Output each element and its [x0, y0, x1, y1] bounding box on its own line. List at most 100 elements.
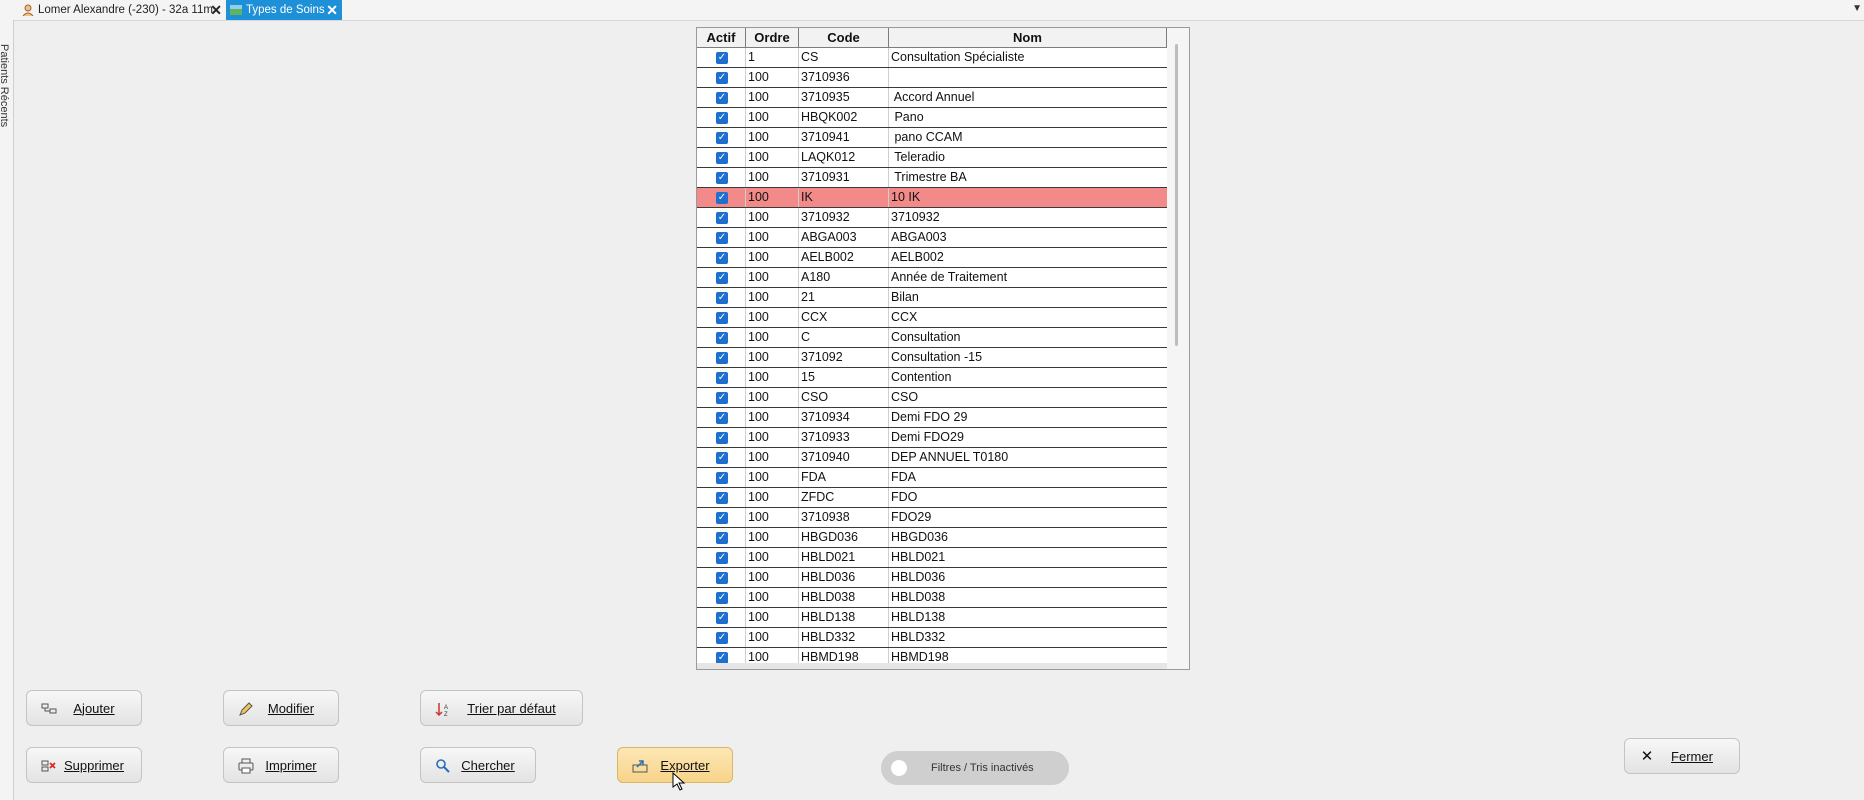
active-checkbox[interactable]: ✓ [716, 492, 728, 504]
filters-toggle[interactable]: Filtres / Tris inactivés [881, 751, 1069, 785]
ordre-cell: 100 [746, 128, 799, 147]
table-row[interactable]: ✓ 100 21 Bilan [697, 288, 1167, 308]
active-checkbox[interactable]: ✓ [716, 172, 728, 184]
table-row[interactable]: ✓ 100 HBLD038 HBLD038 [697, 588, 1167, 608]
nom-cell: Demi FDO 29 [891, 410, 968, 424]
table-row[interactable]: ✓ 100 3710932 3710932 [697, 208, 1167, 228]
actif-cell: ✓ [697, 208, 746, 227]
active-checkbox[interactable]: ✓ [716, 612, 728, 624]
active-checkbox[interactable]: ✓ [716, 92, 728, 104]
table-row[interactable]: ✓ 100 HBLD021 HBLD021 [697, 548, 1167, 568]
care-types-table[interactable]: Actif Ordre Code Nom ✓ 1 CS Consultation Sp… [696, 27, 1190, 670]
active-checkbox[interactable]: ✓ [716, 372, 728, 384]
code-cell: A180 [799, 268, 889, 287]
delete-button[interactable]: Supprimer [26, 747, 142, 783]
column-header-nom[interactable]: Nom [889, 28, 1167, 47]
active-checkbox[interactable]: ✓ [716, 252, 728, 264]
active-checkbox[interactable]: ✓ [716, 472, 728, 484]
table-row[interactable]: ✓ 100 3710933 Demi FDO29 [697, 428, 1167, 448]
horizontal-scrollbar[interactable] [697, 663, 1167, 669]
active-checkbox[interactable]: ✓ [716, 232, 728, 244]
active-checkbox[interactable]: ✓ [716, 332, 728, 344]
table-row[interactable]: ✓ 100 3710938 FDO29 [697, 508, 1167, 528]
table-row[interactable]: ✓ 100 HBGD036 HBGD036 [697, 528, 1167, 548]
column-header-code[interactable]: Code [799, 28, 889, 47]
active-checkbox[interactable]: ✓ [716, 552, 728, 564]
table-row[interactable]: ✓ 100 A180 Année de Traitement [697, 268, 1167, 288]
active-checkbox[interactable]: ✓ [716, 572, 728, 584]
chevron-down-icon[interactable]: ▼ [1852, 3, 1862, 14]
side-panel[interactable]: Patients Récents [0, 20, 14, 800]
toggle-knob[interactable] [891, 760, 907, 776]
active-checkbox[interactable]: ✓ [716, 72, 728, 84]
search-button[interactable]: Chercher [420, 747, 536, 783]
active-checkbox[interactable]: ✓ [716, 592, 728, 604]
table-row[interactable]: ✓ 100 ZFDC FDO [697, 488, 1167, 508]
table-row[interactable]: ✓ 100 15 Contention [697, 368, 1167, 388]
table-row[interactable]: ✓ 100 IK 10 IK [697, 188, 1167, 208]
actif-cell: ✓ [697, 248, 746, 267]
table-row[interactable]: ✓ 100 HBLD138 HBLD138 [697, 608, 1167, 628]
modify-button[interactable]: Modifier [223, 690, 339, 726]
ordre-cell: 100 [746, 268, 799, 287]
table-row[interactable]: ✓ 100 3710934 Demi FDO 29 [697, 408, 1167, 428]
table-row[interactable]: ✓ 100 HBLD036 HBLD036 [697, 568, 1167, 588]
active-checkbox[interactable]: ✓ [716, 452, 728, 464]
code-cell: C [799, 328, 889, 347]
close-icon[interactable]: ✕ [326, 2, 338, 18]
active-checkbox[interactable]: ✓ [716, 392, 728, 404]
active-checkbox[interactable]: ✓ [716, 412, 728, 424]
table-row[interactable]: ✓ 100 HBQK002 Pano [697, 108, 1167, 128]
table-row[interactable]: ✓ 100 AELB002 AELB002 [697, 248, 1167, 268]
active-checkbox[interactable]: ✓ [716, 112, 728, 124]
active-checkbox[interactable]: ✓ [716, 532, 728, 544]
active-checkbox[interactable]: ✓ [716, 432, 728, 444]
ordre-cell: 100 [746, 608, 799, 627]
table-row[interactable]: ✓ 100 3710940 DEP ANNUEL T0180 [697, 448, 1167, 468]
active-checkbox[interactable]: ✓ [716, 132, 728, 144]
active-checkbox[interactable]: ✓ [716, 272, 728, 284]
table-row[interactable]: ✓ 100 3710935 Accord Annuel [697, 88, 1167, 108]
table-row[interactable]: ✓ 100 3710941 pano CCAM [697, 128, 1167, 148]
table-row[interactable]: ✓ 100 3710936 [697, 68, 1167, 88]
vertical-scrollbar[interactable] [1167, 28, 1189, 669]
table-row[interactable]: ✓ 100 CCX CCX [697, 308, 1167, 328]
active-checkbox[interactable]: ✓ [716, 352, 728, 364]
active-checkbox[interactable]: ✓ [716, 512, 728, 524]
table-row[interactable]: ✓ 100 C Consultation [697, 328, 1167, 348]
table-row[interactable]: ✓ 100 371092 Consultation -15 [697, 348, 1167, 368]
side-panel-label: Patients Récents [0, 44, 10, 128]
active-checkbox[interactable]: ✓ [716, 632, 728, 644]
nom-cell: HBLD021 [891, 550, 946, 564]
table-row[interactable]: ✓ 100 LAQK012 Teleradio [697, 148, 1167, 168]
active-checkbox[interactable]: ✓ [716, 152, 728, 164]
active-checkbox[interactable]: ✓ [716, 192, 728, 204]
active-checkbox[interactable]: ✓ [716, 312, 728, 324]
add-button[interactable]: Ajouter [26, 690, 142, 726]
nom-cell: Pano [891, 110, 924, 124]
table-row[interactable]: ✓ 100 3710931 Trimestre BA [697, 168, 1167, 188]
close-button[interactable]: ✕ Fermer [1624, 738, 1740, 774]
column-header-actif[interactable]: Actif [697, 28, 746, 47]
close-button-label: Fermer [1671, 748, 1713, 764]
code-cell: HBLD038 [799, 588, 889, 607]
active-checkbox[interactable]: ✓ [716, 52, 728, 64]
table-row[interactable]: ✓ 100 FDA FDA [697, 468, 1167, 488]
scrollbar-thumb[interactable] [1175, 44, 1178, 346]
close-icon[interactable]: ✕ [210, 2, 222, 18]
table-row[interactable]: ✓ 1 CS Consultation Spécialiste [697, 48, 1167, 68]
print-button[interactable]: Imprimer [223, 747, 339, 783]
tab-types-label: Types de Soins [246, 4, 325, 16]
column-header-ordre[interactable]: Ordre [746, 28, 799, 47]
table-row[interactable]: ✓ 100 CSO CSO [697, 388, 1167, 408]
active-checkbox[interactable]: ✓ [716, 212, 728, 224]
actif-cell: ✓ [697, 168, 746, 187]
table-row[interactable]: ✓ 100 ABGA003 ABGA003 [697, 228, 1167, 248]
nom-cell: Contention [891, 370, 952, 384]
table-row[interactable]: ✓ 100 HBLD332 HBLD332 [697, 628, 1167, 648]
code-cell: ABGA003 [799, 228, 889, 247]
sort-default-button[interactable]: AZ Trier par défaut [420, 690, 583, 726]
tab-types-de-soins[interactable]: Types de Soins ✕ [226, 0, 342, 20]
active-checkbox[interactable]: ✓ [716, 292, 728, 304]
tab-patient[interactable]: Lomer Alexandre (-230) - 32a 11m ✕ [18, 0, 226, 20]
